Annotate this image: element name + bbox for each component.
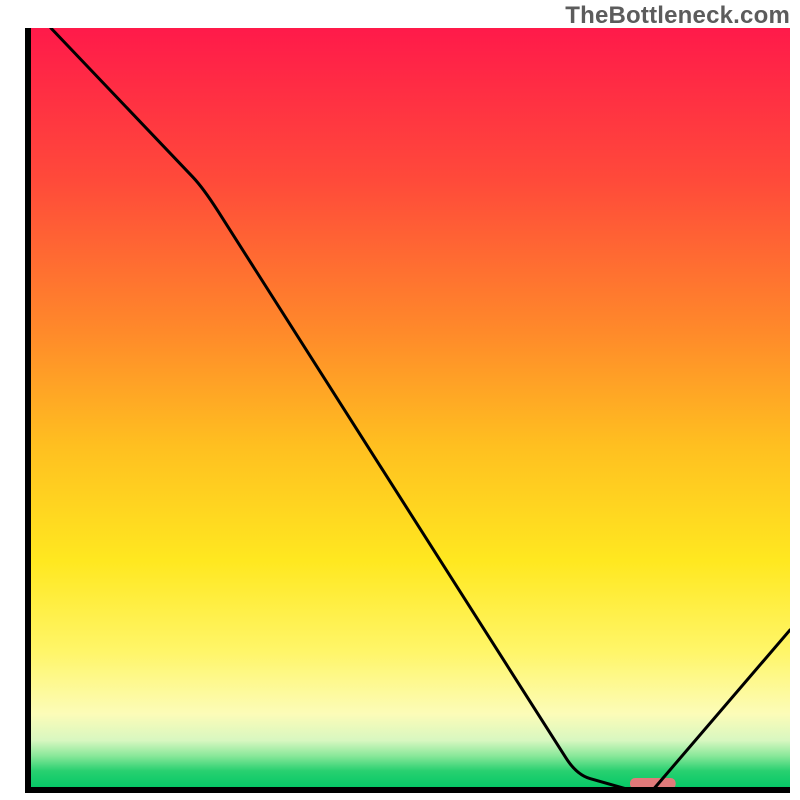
chart-svg xyxy=(0,0,800,800)
gradient-background xyxy=(28,28,790,790)
chart-stage: TheBottleneck.com xyxy=(0,0,800,800)
